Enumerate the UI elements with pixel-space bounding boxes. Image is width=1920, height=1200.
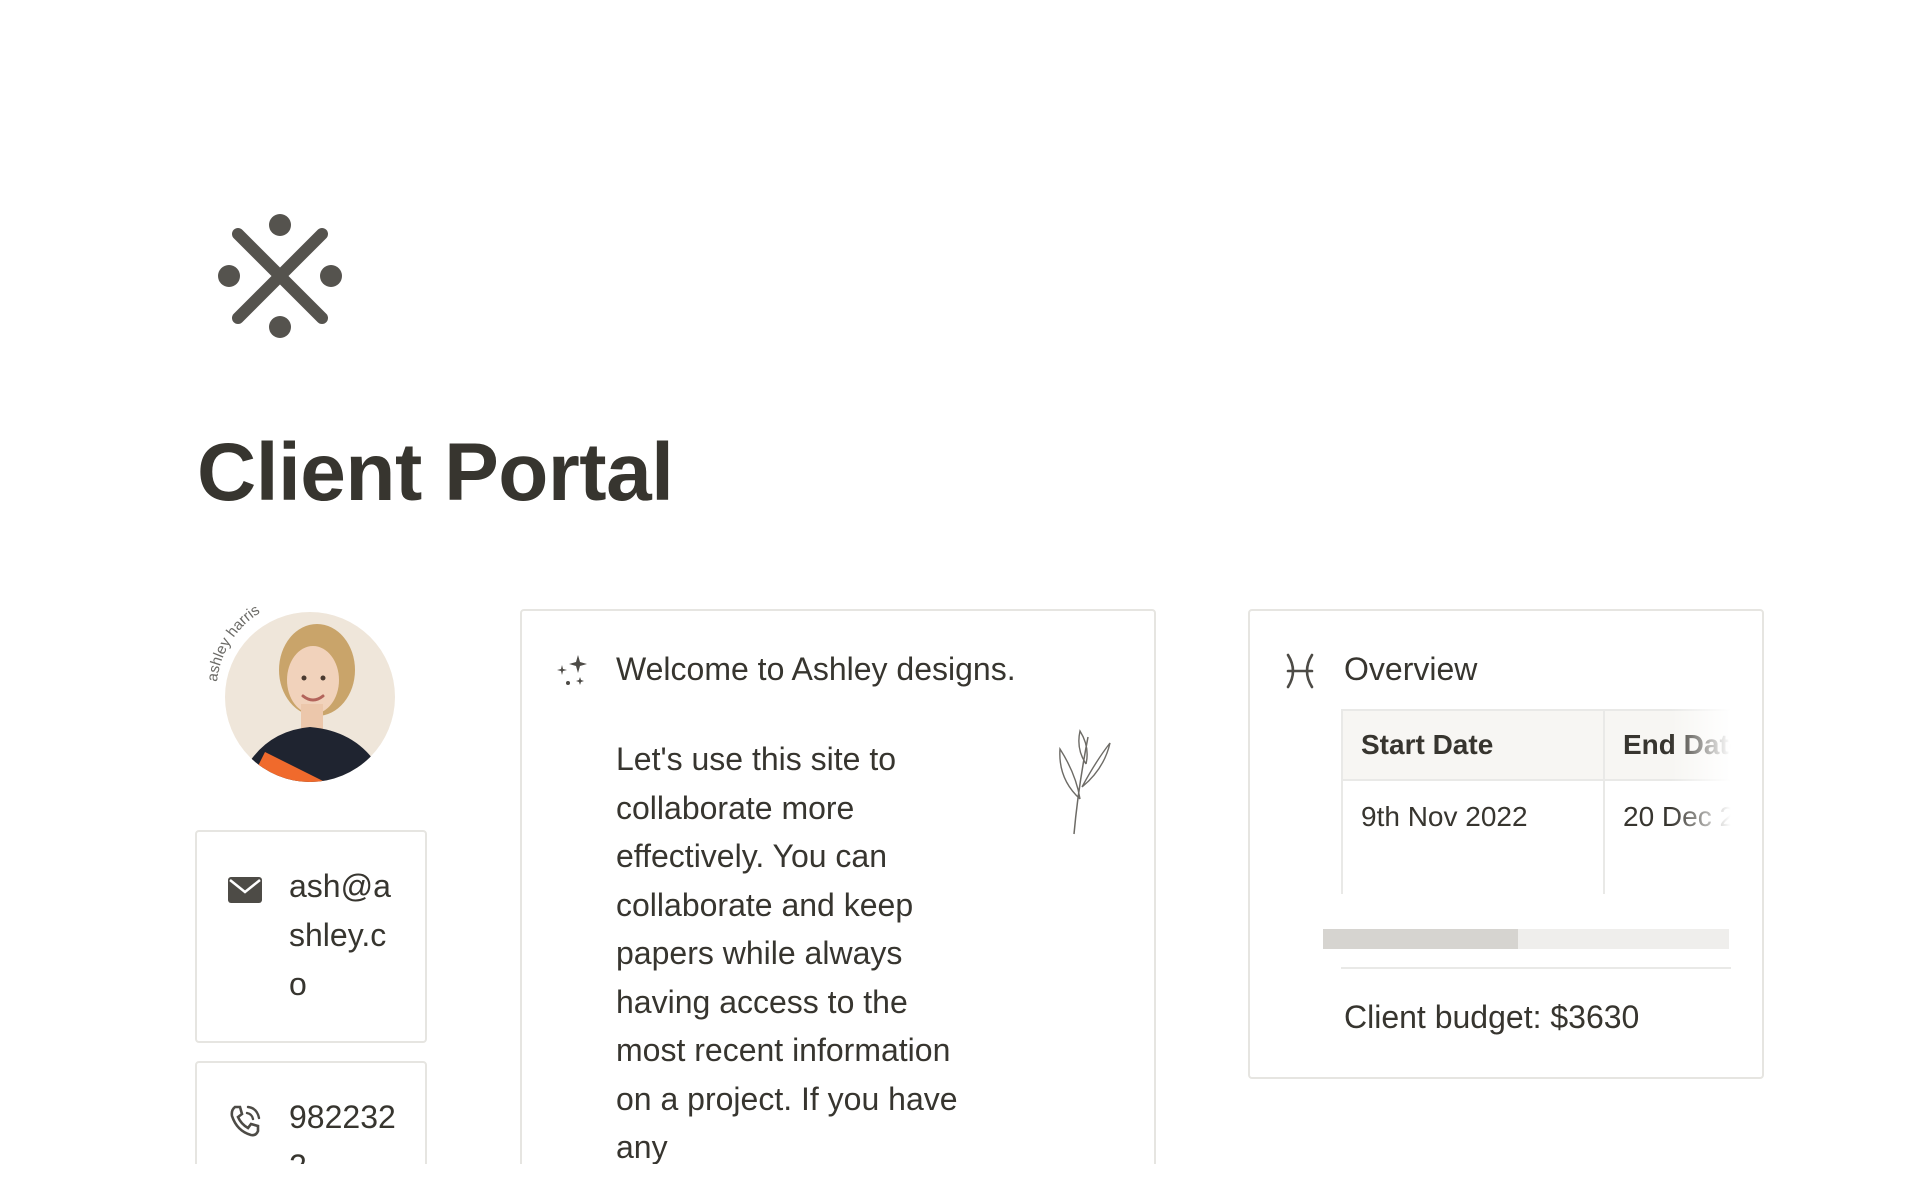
welcome-title: Welcome to Ashley designs. [616,651,1016,687]
email-card[interactable]: ash@ashley.co [195,830,427,1043]
progress-bar [1323,929,1729,949]
welcome-callout: Welcome to Ashley designs. Let's use thi… [520,609,1156,1200]
client-portal-page: Client Portal ashley harris ash@ashley.c… [0,0,1920,1200]
overview-title: Overview [1344,651,1478,687]
leaf-sprig-icon [1059,729,1111,835]
avatar: ashley harris [205,602,395,782]
mail-icon [228,877,262,903]
page-title: Client Portal [197,427,674,518]
end-date-cell[interactable]: 20 Dec 2022 [1603,779,1741,894]
email-text[interactable]: ash@ashley.co [289,862,399,1009]
table-header-row: Start Date End Date [1341,709,1741,781]
sparkles-icon [557,655,587,685]
divider [1341,967,1731,969]
progress-fill [1323,929,1518,949]
x-dots-logo-icon[interactable] [216,212,344,340]
column-header-end-date[interactable]: End Date [1603,709,1741,781]
start-date-cell[interactable]: 9th Nov 2022 [1341,779,1605,894]
phone-icon [230,1105,261,1137]
column-header-start-date[interactable]: Start Date [1341,709,1605,781]
profile-photo: ashley harris [205,592,405,792]
table-row: 9th Nov 2022 20 Dec 2022 [1341,779,1741,894]
pisces-icon [1286,653,1314,689]
overview-table: Start Date End Date 9th Nov 2022 20 Dec … [1341,709,1741,894]
client-budget: Client budget: $3630 [1344,999,1640,1035]
welcome-body: Let's use this site to collaborate more … [616,741,958,1165]
overview-callout: Overview Start Date End Date 9th Nov 202… [1248,609,1764,1079]
